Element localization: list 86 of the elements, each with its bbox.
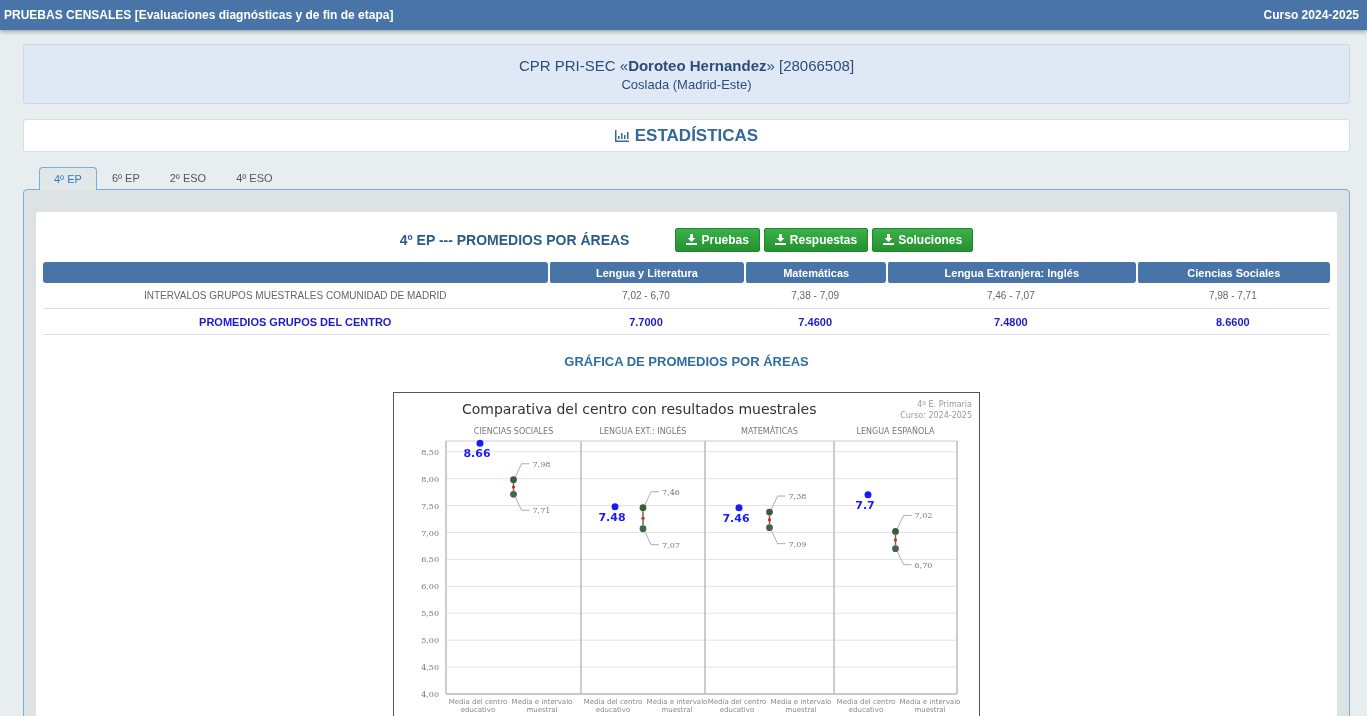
section-title: ESTADÍSTICAS (634, 125, 759, 146)
center-mean-marker (476, 439, 484, 447)
y-tick-label: 8,00 (421, 474, 439, 484)
row-label: PROMEDIOS GRUPOS DEL CENTRO (43, 309, 548, 335)
chart-heading: GRÁFICA DE PROMEDIOS POR ÁREAS (563, 354, 810, 369)
lower-limit-label: 7,09 (788, 539, 807, 549)
lower-limit-marker (510, 490, 517, 498)
table-cell: 7,02 - 6,70 (547, 283, 745, 309)
download-button[interactable]: Respuestas (763, 227, 869, 252)
download-icon (686, 234, 698, 245)
panel-heading: MATEMÁTICAS (741, 427, 798, 436)
interval-mid-marker (893, 538, 898, 542)
lower-limit-label: 7,07 (662, 540, 680, 550)
table-cell: 7,46 - 7,07 (885, 283, 1136, 309)
download-icon (883, 234, 895, 245)
column-header: Lengua y Literatura (547, 262, 745, 283)
leader-line (897, 551, 912, 566)
leader-line (771, 530, 786, 545)
course-label: Curso 2024-2025 (1263, 8, 1359, 22)
leader-line (515, 463, 530, 478)
y-tick-label: 6,50 (421, 555, 439, 565)
grade-tab[interactable]: 6º EP (96, 166, 155, 189)
download-button[interactable]: Soluciones (872, 227, 974, 252)
interval-line (642, 510, 644, 527)
chart-title: Comparativa del centro con resultados muestrales (462, 401, 817, 417)
download-icon (774, 234, 786, 245)
center-mean-label: 7.46 (722, 511, 750, 525)
y-tick-label: 5,50 (421, 609, 439, 619)
leader-line (515, 496, 530, 511)
grade-tab[interactable]: 2º ESO (154, 166, 222, 189)
leader-line (771, 495, 786, 510)
bar-chart-icon (614, 129, 629, 142)
y-tick-label: 7,50 (421, 501, 439, 511)
panel-heading: LENGUA EXT.: INGLÉS (599, 427, 687, 436)
center-mean-label: 8.66 (463, 447, 491, 461)
upper-limit-label: 7,02 (914, 511, 933, 521)
download-button[interactable]: Pruebas (675, 227, 760, 252)
center-mean-marker (611, 503, 619, 511)
y-tick-label: 5,00 (421, 636, 439, 646)
column-header: Matemáticas (744, 262, 886, 283)
lower-limit-label: 7,71 (532, 506, 551, 516)
column-header: Ciencias Sociales (1135, 262, 1330, 283)
school-location: Coslada (Madrid-Este) (621, 76, 752, 92)
table-cell: 7,98 - 7,71 (1135, 283, 1330, 309)
center-mean-marker (864, 491, 872, 499)
lower-limit-label: 6,70 (914, 560, 933, 570)
upper-limit-marker (892, 528, 899, 535)
y-tick-label: 7,00 (421, 528, 439, 538)
y-tick-label: 4,50 (421, 663, 439, 673)
interval-mid-marker (511, 485, 516, 489)
table-cell: 7.4800 (885, 309, 1136, 335)
leader-line (897, 515, 912, 529)
interval-mid-marker (641, 516, 645, 520)
column-header: Lengua Extranjera: Inglés (885, 262, 1136, 283)
row-label: INTERVALOS GRUPOS MUESTRALES COMUNIDAD DE MADRID (43, 283, 548, 309)
leader-line (644, 531, 660, 546)
y-tick-label: 6,00 (421, 582, 439, 592)
interval-mid-marker (767, 518, 772, 522)
averages-title: 4º EP --- PROMEDIOS POR ÁREAS (399, 231, 630, 248)
upper-limit-label: 7,98 (532, 459, 551, 469)
center-mean-marker (735, 504, 743, 512)
table-cell: 8.6600 (1135, 309, 1330, 335)
upper-limit-label: 7,38 (788, 492, 807, 502)
upper-limit-marker (639, 504, 647, 512)
center-mean-label: 7.48 (598, 510, 626, 524)
y-tick-label: 8,50 (421, 447, 439, 457)
chart-subtitle: Curso: 2024-2025 (900, 411, 972, 420)
grade-tab[interactable]: 4º EP (39, 167, 97, 190)
lower-limit-marker (892, 545, 899, 553)
table-cell: 7.4600 (744, 309, 886, 335)
chart-subtitle: 4º E. Primaria (917, 400, 972, 409)
school-name: CPR PRI-SEC «Doroteo Hernandez» [28066508] (518, 56, 855, 74)
table-cell: 7,38 - 7,09 (744, 283, 886, 309)
upper-limit-marker (766, 508, 773, 516)
app-title: PRUEBAS CENSALES [Evaluaciones diagnósticas y de fin de etapa] (4, 8, 394, 22)
lower-limit-marker (766, 524, 773, 532)
y-tick-label: 4,00 (421, 690, 439, 699)
leader-line (644, 491, 660, 506)
panel-heading: LENGUA ESPAÑOLA (856, 427, 935, 436)
center-mean-label: 7.7 (855, 498, 875, 512)
lower-limit-marker (639, 525, 647, 533)
grade-tab[interactable]: 4º ESO (221, 166, 288, 189)
upper-limit-marker (510, 476, 517, 484)
panel-heading: CIENCIAS SOCIALES (473, 427, 554, 436)
upper-limit-label: 7,46 (662, 487, 680, 497)
table-cell: 7.7000 (547, 309, 745, 335)
